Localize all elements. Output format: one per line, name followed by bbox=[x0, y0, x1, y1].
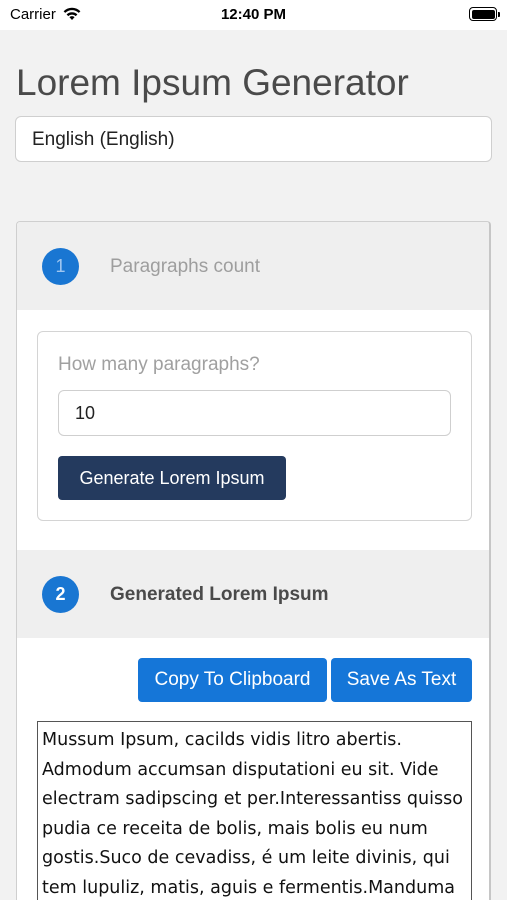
status-time: 12:40 PM bbox=[220, 6, 287, 23]
step-2-title: Generated Lorem Ipsum bbox=[110, 584, 329, 605]
paragraphs-form: How many paragraphs? 10 Generate Lorem I… bbox=[37, 331, 472, 521]
generator-card: 1 Paragraphs count How many paragraphs? … bbox=[16, 221, 491, 900]
step-2-badge: 2 bbox=[42, 576, 79, 613]
save-as-text-button[interactable]: Save As Text bbox=[331, 658, 472, 702]
page-title: Lorem Ipsum Generator bbox=[16, 62, 409, 103]
generated-text-area[interactable]: Mussum Ipsum, cacilds vidis litro aberti… bbox=[37, 721, 472, 900]
paragraphs-question: How many paragraphs? bbox=[58, 354, 260, 375]
generate-button[interactable]: Generate Lorem Ipsum bbox=[58, 456, 286, 500]
step-1-badge: 1 bbox=[42, 248, 79, 285]
language-select[interactable]: English (English) bbox=[15, 116, 492, 162]
step-1-title: Paragraphs count bbox=[110, 256, 260, 277]
paragraph-count-input[interactable]: 10 bbox=[58, 390, 451, 436]
step-2-header[interactable]: 2 Generated Lorem Ipsum bbox=[17, 550, 489, 638]
battery-icon bbox=[469, 7, 500, 21]
copy-to-clipboard-button[interactable]: Copy To Clipboard bbox=[138, 658, 327, 702]
status-bar: Carrier 12:40 PM bbox=[0, 0, 507, 30]
step-1-header[interactable]: 1 Paragraphs count bbox=[17, 222, 489, 310]
